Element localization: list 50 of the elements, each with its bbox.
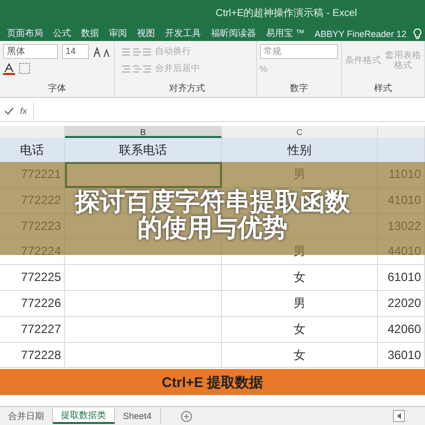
group-label: 对齐方式 — [168, 82, 206, 95]
ribbon-tab[interactable]: 公式 — [48, 27, 76, 40]
window-title: Ctrl+E的超神操作演示稿 - Excel — [216, 6, 357, 20]
font-grow-icon[interactable] — [93, 46, 111, 56]
lightbulb-icon[interactable] — [413, 28, 422, 40]
table-cell: 772227 — [0, 316, 65, 343]
table-cell: 36010 — [378, 342, 425, 368]
sheet-tab[interactable]: Sheet4 — [115, 408, 161, 424]
banner-title: 探讨百度字符串提取函数 — [75, 188, 350, 214]
table-cell: 772225 — [0, 265, 65, 291]
font-name-dropdown[interactable]: 黑体 — [3, 44, 58, 59]
group-label: 字体 — [47, 82, 67, 95]
column-header[interactable]: B — [65, 126, 222, 138]
ribbon-tab[interactable]: 易用宝 ™ — [261, 27, 310, 40]
ribbon-tab[interactable]: 页面布局 — [2, 27, 48, 40]
indent-icon[interactable] — [121, 64, 151, 74]
table-cell: 女 — [222, 342, 378, 368]
ribbon-tab[interactable]: 视图 — [132, 27, 160, 40]
ribbon-tab[interactable]: 审阅 — [104, 27, 132, 40]
active-cell[interactable] — [65, 162, 222, 188]
align-icon[interactable] — [121, 46, 151, 56]
add-sheet-icon[interactable] — [180, 410, 192, 422]
table-cell: 772228 — [0, 342, 65, 368]
sheet-tab[interactable]: 提取数据类 — [53, 408, 115, 424]
banner-title: 的使用与优势 — [138, 214, 288, 240]
scroll-left-icon[interactable] — [393, 410, 405, 422]
caption-bar: Ctrl+E 提取数据 — [0, 369, 425, 396]
header-cell: 电话 — [0, 138, 65, 162]
ribbon-tab[interactable]: ABBYY FineReader 12 — [310, 28, 412, 38]
table-cell: 22020 — [378, 290, 425, 317]
number-format-dropdown[interactable]: 常规 — [260, 44, 338, 59]
ribbon-tab[interactable]: 数据 — [76, 27, 104, 40]
table-cell: 女 — [222, 265, 378, 291]
column-header[interactable]: C — [222, 126, 378, 138]
font-size-dropdown[interactable]: 14 — [62, 44, 89, 59]
header-cell: 联系电话 — [65, 138, 222, 162]
header-cell — [378, 138, 425, 162]
group-label: 样式 — [373, 82, 393, 95]
ribbon-tab[interactable]: 开发工具 — [160, 27, 206, 40]
group-label: 数字 — [288, 82, 309, 95]
table-cell: 772226 — [0, 290, 65, 317]
ribbon-tab[interactable]: 福昕阅读器 — [206, 27, 261, 40]
table-cell: 男 — [222, 290, 378, 317]
table-cell: 61010 — [378, 265, 425, 291]
font-color-icon[interactable] — [3, 62, 15, 74]
table-cell: 42060 — [378, 316, 425, 343]
function-button[interactable]: fx — [20, 106, 34, 116]
border-icon[interactable] — [19, 63, 30, 74]
table-cell: 女 — [222, 316, 378, 343]
header-cell: 性别 — [222, 138, 378, 162]
